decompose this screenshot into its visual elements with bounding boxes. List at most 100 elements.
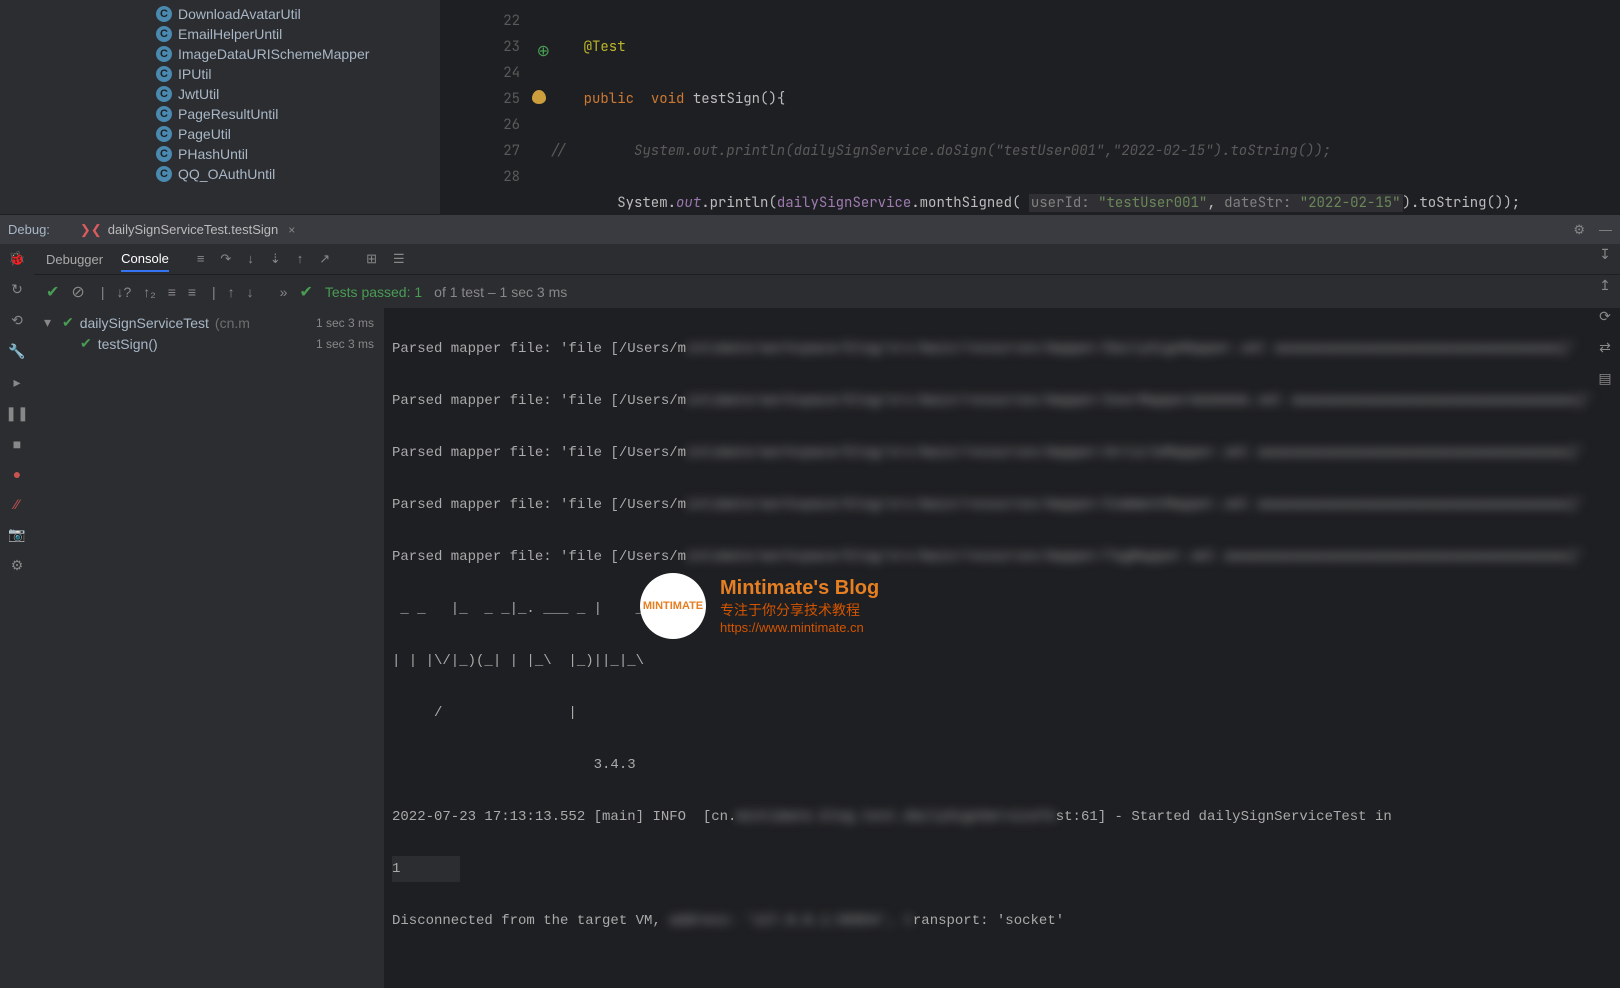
list-icon[interactable]: ≡ <box>197 251 205 267</box>
diff-icon[interactable]: ⇄ <box>1599 339 1611 356</box>
bug-icon: ❯❮ <box>80 222 102 238</box>
tree-label: JwtUtil <box>178 86 219 102</box>
lightbulb-icon[interactable] <box>532 90 546 104</box>
tests-of-info: of 1 test – 1 sec 3 ms <box>434 284 567 300</box>
class-icon: C <box>156 26 172 42</box>
check-icon: ✔ <box>80 335 92 352</box>
gear-icon[interactable]: ⚙ <box>1573 222 1585 238</box>
wrench-icon[interactable]: 🔧 <box>8 343 25 360</box>
tree-item[interactable]: C IPUtil <box>0 64 440 84</box>
minimize-icon[interactable]: — <box>1599 222 1612 238</box>
tree-label: IPUtil <box>178 66 211 82</box>
history-icon[interactable]: ⟳ <box>1599 308 1611 325</box>
check-icon: ✔ <box>62 314 74 331</box>
next-icon[interactable]: ↓ <box>247 284 254 300</box>
tree-item[interactable]: C ImageDataURISchemeMapper <box>0 44 440 64</box>
rerun-failed-icon[interactable]: ⟲ <box>11 312 23 329</box>
test-time: 1 sec 3 ms <box>316 316 374 330</box>
tree-item[interactable]: C DownloadAvatarUtil <box>0 4 440 24</box>
test-time: 1 sec 3 ms <box>316 337 374 351</box>
debug-label: Debug: <box>8 222 50 237</box>
test-root-name: dailySignServiceTest <box>80 315 209 331</box>
class-icon: C <box>156 6 172 22</box>
tree-item[interactable]: C JwtUtil <box>0 84 440 104</box>
check-icon: ✔ <box>299 282 312 302</box>
class-icon: C <box>156 106 172 122</box>
class-icon: C <box>156 66 172 82</box>
debug-icon[interactable]: 🐞 <box>8 250 25 267</box>
class-icon: C <box>156 86 172 102</box>
watermark-sub: 专注于你分享技术教程 <box>720 600 879 620</box>
more-icon[interactable]: ☰ <box>393 251 405 267</box>
right-toolbar: ↧ ↥ ⟳ ⇄ ▤ <box>1590 246 1620 387</box>
close-icon[interactable]: × <box>288 223 295 237</box>
console-result: 1 <box>392 856 460 882</box>
step-out-icon[interactable]: ↑ <box>297 251 304 267</box>
evaluate-icon[interactable]: ⊞ <box>366 251 377 267</box>
prohibit-icon[interactable]: ⊘ <box>71 282 84 302</box>
restart-icon[interactable]: ↻ <box>11 281 23 298</box>
project-tree[interactable]: CDownloadAvatarUtil CEmailHelperUntil CI… <box>0 0 440 214</box>
pause-icon[interactable]: ❚❚ <box>5 405 28 422</box>
class-icon: C <box>156 46 172 62</box>
debug-tab-name: dailySignServiceTest.testSign <box>108 222 279 237</box>
stop-icon[interactable]: ■ <box>13 436 21 452</box>
import-icon[interactable]: ↧ <box>1599 246 1611 263</box>
breakpoint-icon[interactable]: ● <box>13 466 21 482</box>
code-area[interactable]: @Test public void testSign(){ // System.… <box>550 0 1620 214</box>
tree-item[interactable]: C QQ_OAuthUntil <box>0 164 440 184</box>
play-icon[interactable]: ▸ <box>13 374 20 391</box>
class-icon: C <box>156 126 172 142</box>
annotation: @Test <box>584 38 626 56</box>
debug-header: Debug: ❯❮ dailySignServiceTest.testSign … <box>0 214 1620 244</box>
code-editor[interactable]: 22 23⊕ 24 25 26 27 28 @Test public void … <box>440 0 1620 214</box>
tree-item[interactable]: C PageResultUntil <box>0 104 440 124</box>
run-to-cursor-icon[interactable]: ↗ <box>319 251 330 267</box>
collapse-icon[interactable]: ≡ <box>188 284 196 300</box>
camera-icon[interactable]: 📷 <box>8 526 25 543</box>
prev-icon[interactable]: ↑ <box>228 284 235 300</box>
test-status-bar: ✔ ⊘ | ↓? ↑₂ ≡ ≡ | ↑ ↓ » ✔ Tests passed: … <box>34 274 1620 308</box>
step-over-icon[interactable]: ↷ <box>220 251 231 267</box>
export-icon[interactable]: ↥ <box>1599 277 1611 294</box>
line-gutter: 22 23⊕ 24 25 26 27 28 <box>440 0 550 214</box>
tree-item[interactable]: C PageUtil <box>0 124 440 144</box>
tree-label: PHashUntil <box>178 146 248 162</box>
watermark-title: Mintimate's Blog <box>720 577 879 600</box>
step-into-icon[interactable]: ↓ <box>247 251 254 267</box>
test-tree[interactable]: ▾ ✔ dailySignServiceTest (cn.m 1 sec 3 m… <box>34 308 384 988</box>
test-row-child[interactable]: ✔ testSign() 1 sec 3 ms <box>34 333 384 354</box>
tree-label: DownloadAvatarUtil <box>178 6 301 22</box>
class-icon: C <box>156 146 172 162</box>
sort-up-icon[interactable]: ↑₂ <box>143 284 155 300</box>
tree-label: PageUtil <box>178 126 231 142</box>
tree-label: EmailHelperUntil <box>178 26 282 42</box>
tree-label: PageResultUntil <box>178 106 278 122</box>
tab-console[interactable]: Console <box>121 251 169 272</box>
force-step-into-icon[interactable]: ⇣ <box>270 251 281 267</box>
stack-icon[interactable]: ▤ <box>1598 370 1611 387</box>
class-icon: C <box>156 166 172 182</box>
watermark: MINTIMATE Mintimate's Blog 专注于你分享技术教程 ht… <box>640 573 879 639</box>
left-toolbar: 🐞 ↻ ⟲ 🔧 ▸ ❚❚ ■ ● ⁄⁄ 📷 ⚙ <box>0 244 34 988</box>
mute-breakpoints-icon[interactable]: ⁄⁄ <box>15 496 20 512</box>
test-child-name: testSign() <box>98 336 158 352</box>
expand-icon[interactable]: ≡ <box>168 284 176 300</box>
watermark-url: https://www.mintimate.cn <box>720 620 879 635</box>
test-pkg: (cn.m <box>215 315 250 331</box>
tree-label: QQ_OAuthUntil <box>178 166 275 182</box>
tool-tabs: Debugger Console ≡ ↷ ↓ ⇣ ↑ ↗ ⊞ ☰ <box>34 244 1620 274</box>
tree-item[interactable]: C EmailHelperUntil <box>0 24 440 44</box>
settings-icon[interactable]: ⚙ <box>11 557 24 574</box>
tree-label: ImageDataURISchemeMapper <box>178 46 369 62</box>
debug-tab[interactable]: ❯❮ dailySignServiceTest.testSign × <box>70 215 305 245</box>
check-icon[interactable]: ✔ <box>46 282 59 302</box>
sort-down-icon[interactable]: ↓? <box>116 284 131 300</box>
chevron-down-icon[interactable]: ▾ <box>44 314 56 331</box>
console-output[interactable]: Parsed mapper file: 'file [/Users/mintim… <box>384 308 1620 988</box>
tab-debugger[interactable]: Debugger <box>46 252 103 267</box>
watermark-logo: MINTIMATE <box>640 573 706 639</box>
gutter-add-icon[interactable]: ⊕ <box>537 38 550 64</box>
test-row-root[interactable]: ▾ ✔ dailySignServiceTest (cn.m 1 sec 3 m… <box>34 312 384 333</box>
tree-item[interactable]: C PHashUntil <box>0 144 440 164</box>
